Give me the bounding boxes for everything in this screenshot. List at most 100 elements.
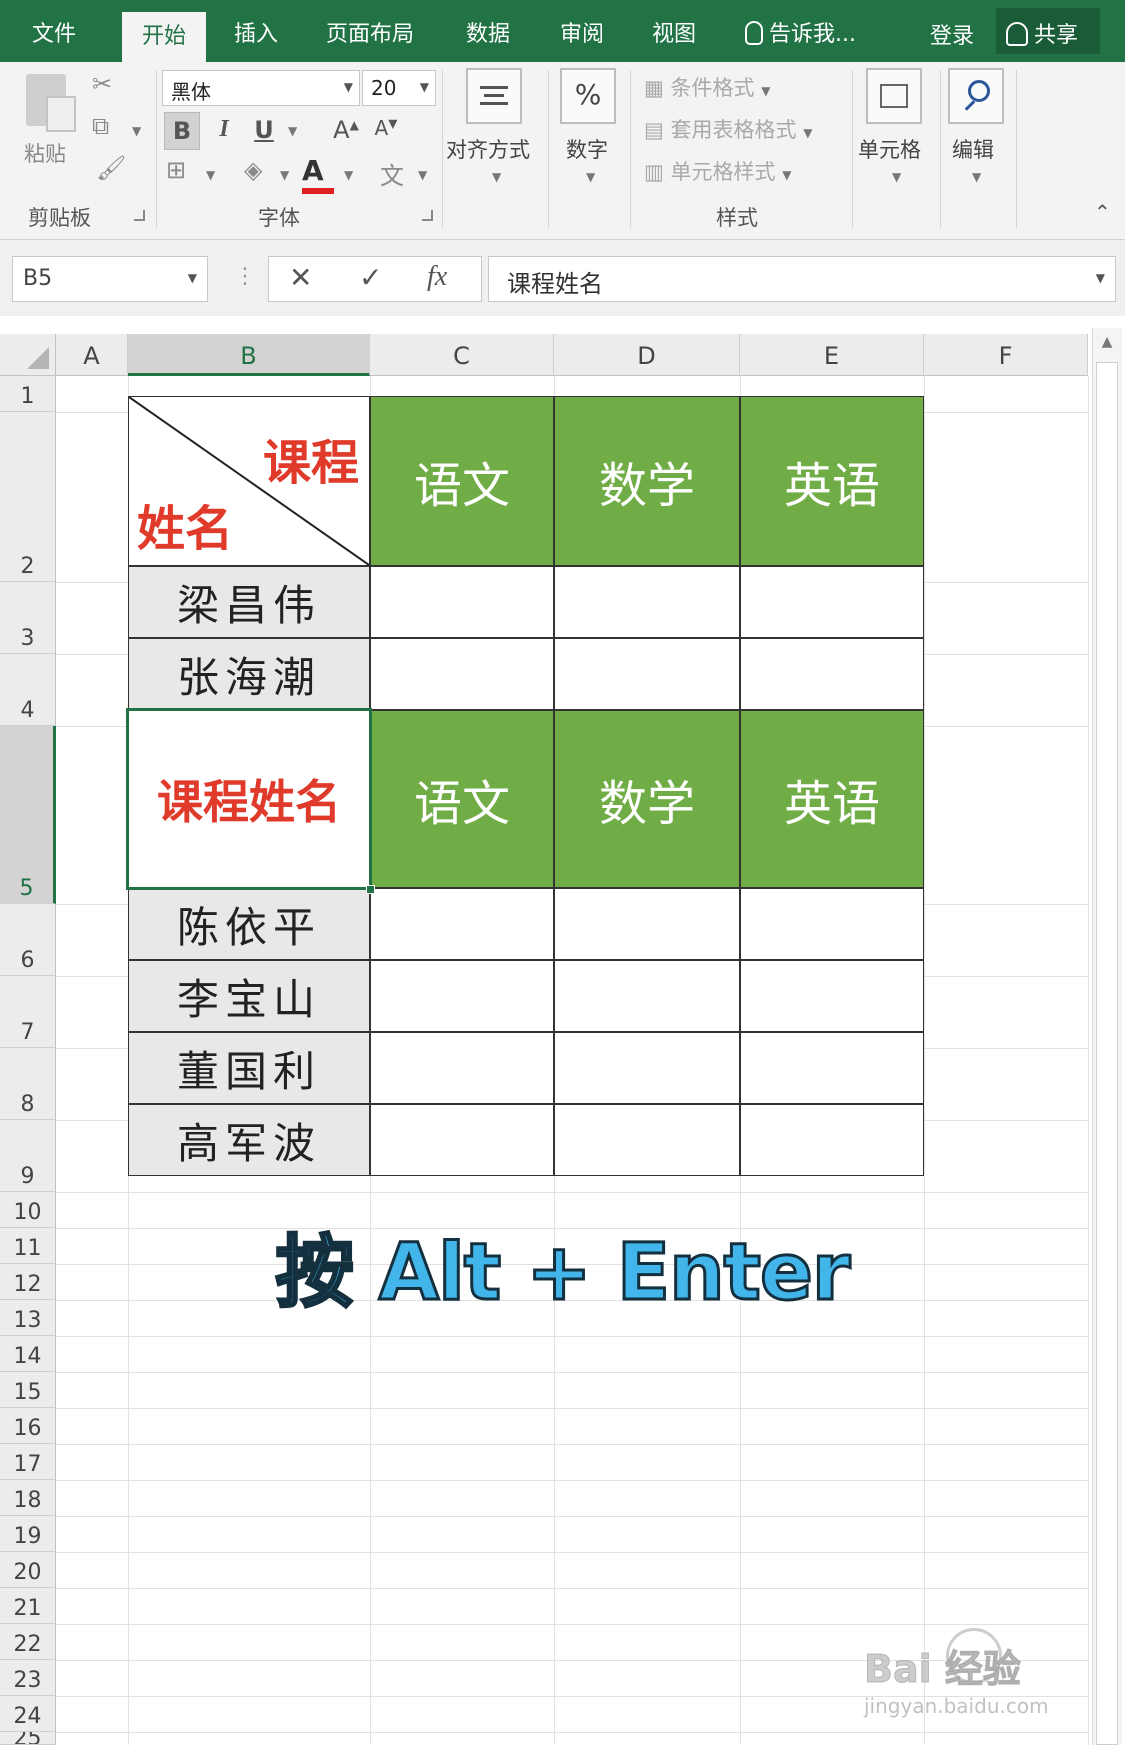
row-header-3[interactable]: 3 <box>0 582 56 654</box>
cell-d7[interactable] <box>554 960 740 1032</box>
more-options-icon[interactable]: ⋮ <box>234 264 256 289</box>
font-name-select[interactable]: 黑体 ▼ <box>162 70 360 106</box>
paste-button-label[interactable]: 粘贴 <box>24 138 66 168</box>
border-dropdown-icon[interactable]: ▼ <box>206 168 215 182</box>
cell-e3[interactable] <box>740 566 924 638</box>
cell-d9[interactable] <box>554 1104 740 1176</box>
row-header-16[interactable]: 16 <box>0 1408 56 1444</box>
scroll-up-icon[interactable]: ▲ <box>1092 328 1122 358</box>
worksheet-grid[interactable]: A B C D E F 1 2 3 4 5 6 7 8 9 10 11 12 1… <box>0 316 1125 1745</box>
font-color-button[interactable]: A <box>302 154 324 187</box>
row-header-6[interactable]: 6 <box>0 904 56 976</box>
font-size-select[interactable]: 20 ▼ <box>362 70 436 106</box>
tab-file[interactable]: 文件 <box>32 16 76 48</box>
fill-handle[interactable] <box>366 885 375 894</box>
cell-c4[interactable] <box>370 638 554 710</box>
column-header-f[interactable]: F <box>924 334 1088 376</box>
cell-c9[interactable] <box>370 1104 554 1176</box>
row-header-18[interactable]: 18 <box>0 1480 56 1516</box>
cell-e6[interactable] <box>740 888 924 960</box>
row-header-17[interactable]: 17 <box>0 1444 56 1480</box>
cell-d8[interactable] <box>554 1032 740 1104</box>
cells-icon[interactable] <box>866 68 922 124</box>
phonetic-icon[interactable]: 文 <box>380 156 404 191</box>
phonetic-dropdown-icon[interactable]: ▼ <box>418 168 427 182</box>
row-header-9[interactable]: 9 <box>0 1120 56 1192</box>
cell-b6-name[interactable]: 陈依平 <box>128 888 370 960</box>
cell-c8[interactable] <box>370 1032 554 1104</box>
scrollbar-thumb[interactable] <box>1096 362 1118 1745</box>
decrease-font-button[interactable]: A▼ <box>368 112 404 150</box>
bold-button[interactable]: B <box>164 112 200 150</box>
cell-d5-subject[interactable]: 数学 <box>554 710 740 888</box>
row-header-15[interactable]: 15 <box>0 1372 56 1408</box>
alignment-button-label[interactable]: 对齐方式 <box>446 134 530 164</box>
cell-e2-subject[interactable]: 英语 <box>740 396 924 566</box>
cut-icon[interactable]: ✂ <box>92 70 112 98</box>
tab-data[interactable]: 数据 <box>466 16 510 48</box>
underline-button[interactable]: U <box>246 112 282 150</box>
tab-review[interactable]: 审阅 <box>560 16 604 48</box>
column-header-a[interactable]: A <box>56 334 128 376</box>
column-header-b[interactable]: B <box>128 334 370 376</box>
number-button-label[interactable]: 数字 <box>566 134 608 164</box>
table-format-button[interactable]: ▤ 套用表格格式 ▼ <box>644 114 812 144</box>
font-color-dropdown-icon[interactable]: ▼ <box>344 168 353 182</box>
paste-icon[interactable] <box>26 74 76 132</box>
cell-d4[interactable] <box>554 638 740 710</box>
row-header-7[interactable]: 7 <box>0 976 56 1048</box>
share-button[interactable]: 共享 <box>996 8 1100 54</box>
cell-c7[interactable] <box>370 960 554 1032</box>
cell-d2-subject[interactable]: 数学 <box>554 396 740 566</box>
tab-home[interactable]: 开始 <box>122 12 207 62</box>
row-header-8[interactable]: 8 <box>0 1048 56 1120</box>
cells-dropdown-icon[interactable]: ▼ <box>892 170 901 184</box>
border-icon[interactable]: ⊞ <box>166 156 186 184</box>
column-header-d[interactable]: D <box>554 334 740 376</box>
cancel-icon[interactable]: ✕ <box>289 261 312 294</box>
collapse-ribbon-icon[interactable]: ⌃ <box>1094 200 1111 224</box>
insert-function-icon[interactable]: fx <box>427 261 447 293</box>
cell-b9-name[interactable]: 高军波 <box>128 1104 370 1176</box>
copy-dropdown-icon[interactable]: ▼ <box>132 124 141 138</box>
row-header-25[interactable]: 25 <box>0 1732 56 1745</box>
tell-me-search[interactable]: 告诉我... <box>745 16 856 48</box>
cell-b7-name[interactable]: 李宝山 <box>128 960 370 1032</box>
number-dropdown-icon[interactable]: ▼ <box>586 170 595 184</box>
cell-c5-subject[interactable]: 语文 <box>370 710 554 888</box>
search-icon[interactable] <box>948 68 1004 124</box>
cell-b4-name[interactable]: 张海潮 <box>128 638 370 710</box>
cell-b3-name[interactable]: 梁昌伟 <box>128 566 370 638</box>
fill-dropdown-icon[interactable]: ▼ <box>280 168 289 182</box>
alignment-dropdown-icon[interactable]: ▼ <box>492 170 501 184</box>
row-header-20[interactable]: 20 <box>0 1552 56 1588</box>
cell-c2-subject[interactable]: 语文 <box>370 396 554 566</box>
align-icon[interactable] <box>466 68 522 124</box>
cell-e8[interactable] <box>740 1032 924 1104</box>
fill-color-icon[interactable]: ◈ <box>244 156 262 184</box>
underline-dropdown-icon[interactable]: ▼ <box>288 124 297 138</box>
row-header-22[interactable]: 22 <box>0 1624 56 1660</box>
editing-dropdown-icon[interactable]: ▼ <box>972 170 981 184</box>
cell-c3[interactable] <box>370 566 554 638</box>
formula-input[interactable]: 课程姓名 ▼ <box>488 256 1116 302</box>
column-header-c[interactable]: C <box>370 334 554 376</box>
cell-e7[interactable] <box>740 960 924 1032</box>
login-link[interactable]: 登录 <box>930 18 974 50</box>
row-header-4[interactable]: 4 <box>0 654 56 726</box>
column-header-e[interactable]: E <box>740 334 924 376</box>
percent-icon[interactable]: % <box>560 68 616 124</box>
tab-insert[interactable]: 插入 <box>234 16 278 48</box>
clipboard-launcher-icon[interactable] <box>134 210 145 221</box>
cell-styles-button[interactable]: ▥ 单元格样式 ▼ <box>644 156 791 186</box>
select-all-corner[interactable] <box>0 334 56 376</box>
cell-b2-diagonal-header[interactable]: 课程 姓名 <box>128 396 370 566</box>
format-painter-icon[interactable]: 🖌 <box>96 154 126 182</box>
row-header-24[interactable]: 24 <box>0 1696 56 1732</box>
name-box[interactable]: B5 ▼ <box>12 256 208 302</box>
row-header-19[interactable]: 19 <box>0 1516 56 1552</box>
tab-page-layout[interactable]: 页面布局 <box>326 16 414 48</box>
tab-view[interactable]: 视图 <box>652 16 696 48</box>
enter-icon[interactable]: ✓ <box>359 261 382 294</box>
increase-font-button[interactable]: A▲ <box>328 112 364 150</box>
